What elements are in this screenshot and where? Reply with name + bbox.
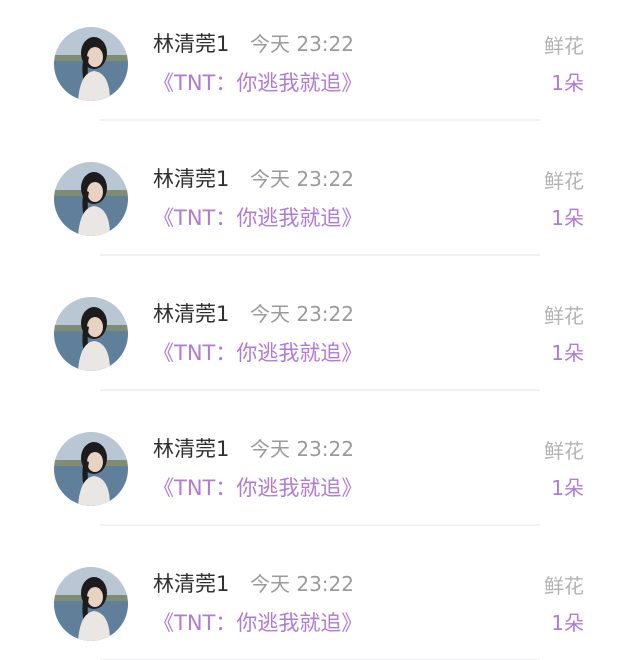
work-title-link[interactable]: 《TNT：你逃我就追》 — [153, 204, 362, 232]
gift-record-item[interactable]: 林清莞1 今天 23:22 《TNT：你逃我就追》 鲜花 1朵 — [0, 270, 640, 405]
user-avatar[interactable] — [54, 297, 128, 371]
gift-time: 今天 23:22 — [250, 572, 354, 596]
row-divider — [100, 119, 540, 121]
row-divider — [100, 389, 540, 391]
row-divider — [100, 524, 540, 526]
work-title-link[interactable]: 《TNT：你逃我就追》 — [153, 609, 362, 637]
gift-record-item[interactable]: 林清莞1 今天 23:22 《TNT：你逃我就追》 鲜花 1朵 — [0, 405, 640, 540]
gift-type-label: 鲜花 — [544, 169, 584, 193]
gift-type-label: 鲜花 — [544, 34, 584, 58]
gift-record-item[interactable]: 林清莞1 今天 23:22 《TNT：你逃我就追》 鲜花 1朵 — [0, 135, 640, 270]
gift-count: 1朵 — [551, 206, 584, 230]
user-avatar-icon — [54, 27, 128, 101]
sender-name[interactable]: 林清莞1 — [153, 301, 229, 327]
user-avatar-icon — [54, 432, 128, 506]
gift-type-label: 鲜花 — [544, 439, 584, 463]
user-avatar[interactable] — [54, 567, 128, 641]
user-avatar[interactable] — [54, 432, 128, 506]
gift-time: 今天 23:22 — [250, 32, 354, 56]
gift-count: 1朵 — [551, 611, 584, 635]
sender-name[interactable]: 林清莞1 — [153, 31, 229, 57]
gift-type-label: 鲜花 — [544, 304, 584, 328]
work-title-link[interactable]: 《TNT：你逃我就追》 — [153, 69, 362, 97]
gift-time: 今天 23:22 — [250, 167, 354, 191]
gift-record-item[interactable]: 林清莞1 今天 23:22 《TNT：你逃我就追》 鲜花 1朵 — [0, 540, 640, 660]
gift-count: 1朵 — [551, 476, 584, 500]
sender-name[interactable]: 林清莞1 — [153, 571, 229, 597]
user-avatar[interactable] — [54, 27, 128, 101]
gift-record-item[interactable]: 林清莞1 今天 23:22 《TNT：你逃我就追》 鲜花 1朵 — [0, 0, 640, 135]
gift-type-label: 鲜花 — [544, 574, 584, 598]
user-avatar-icon — [54, 297, 128, 371]
sender-name[interactable]: 林清莞1 — [153, 436, 229, 462]
gift-count: 1朵 — [551, 71, 584, 95]
work-title-link[interactable]: 《TNT：你逃我就追》 — [153, 474, 362, 502]
user-avatar-icon — [54, 567, 128, 641]
sender-name[interactable]: 林清莞1 — [153, 166, 229, 192]
gift-record-list: 林清莞1 今天 23:22 《TNT：你逃我就追》 鲜花 1朵 林清莞1 今天 … — [0, 0, 640, 660]
user-avatar[interactable] — [54, 162, 128, 236]
gift-count: 1朵 — [551, 341, 584, 365]
user-avatar-icon — [54, 162, 128, 236]
gift-time: 今天 23:22 — [250, 437, 354, 461]
gift-time: 今天 23:22 — [250, 302, 354, 326]
work-title-link[interactable]: 《TNT：你逃我就追》 — [153, 339, 362, 367]
row-divider — [100, 254, 540, 256]
